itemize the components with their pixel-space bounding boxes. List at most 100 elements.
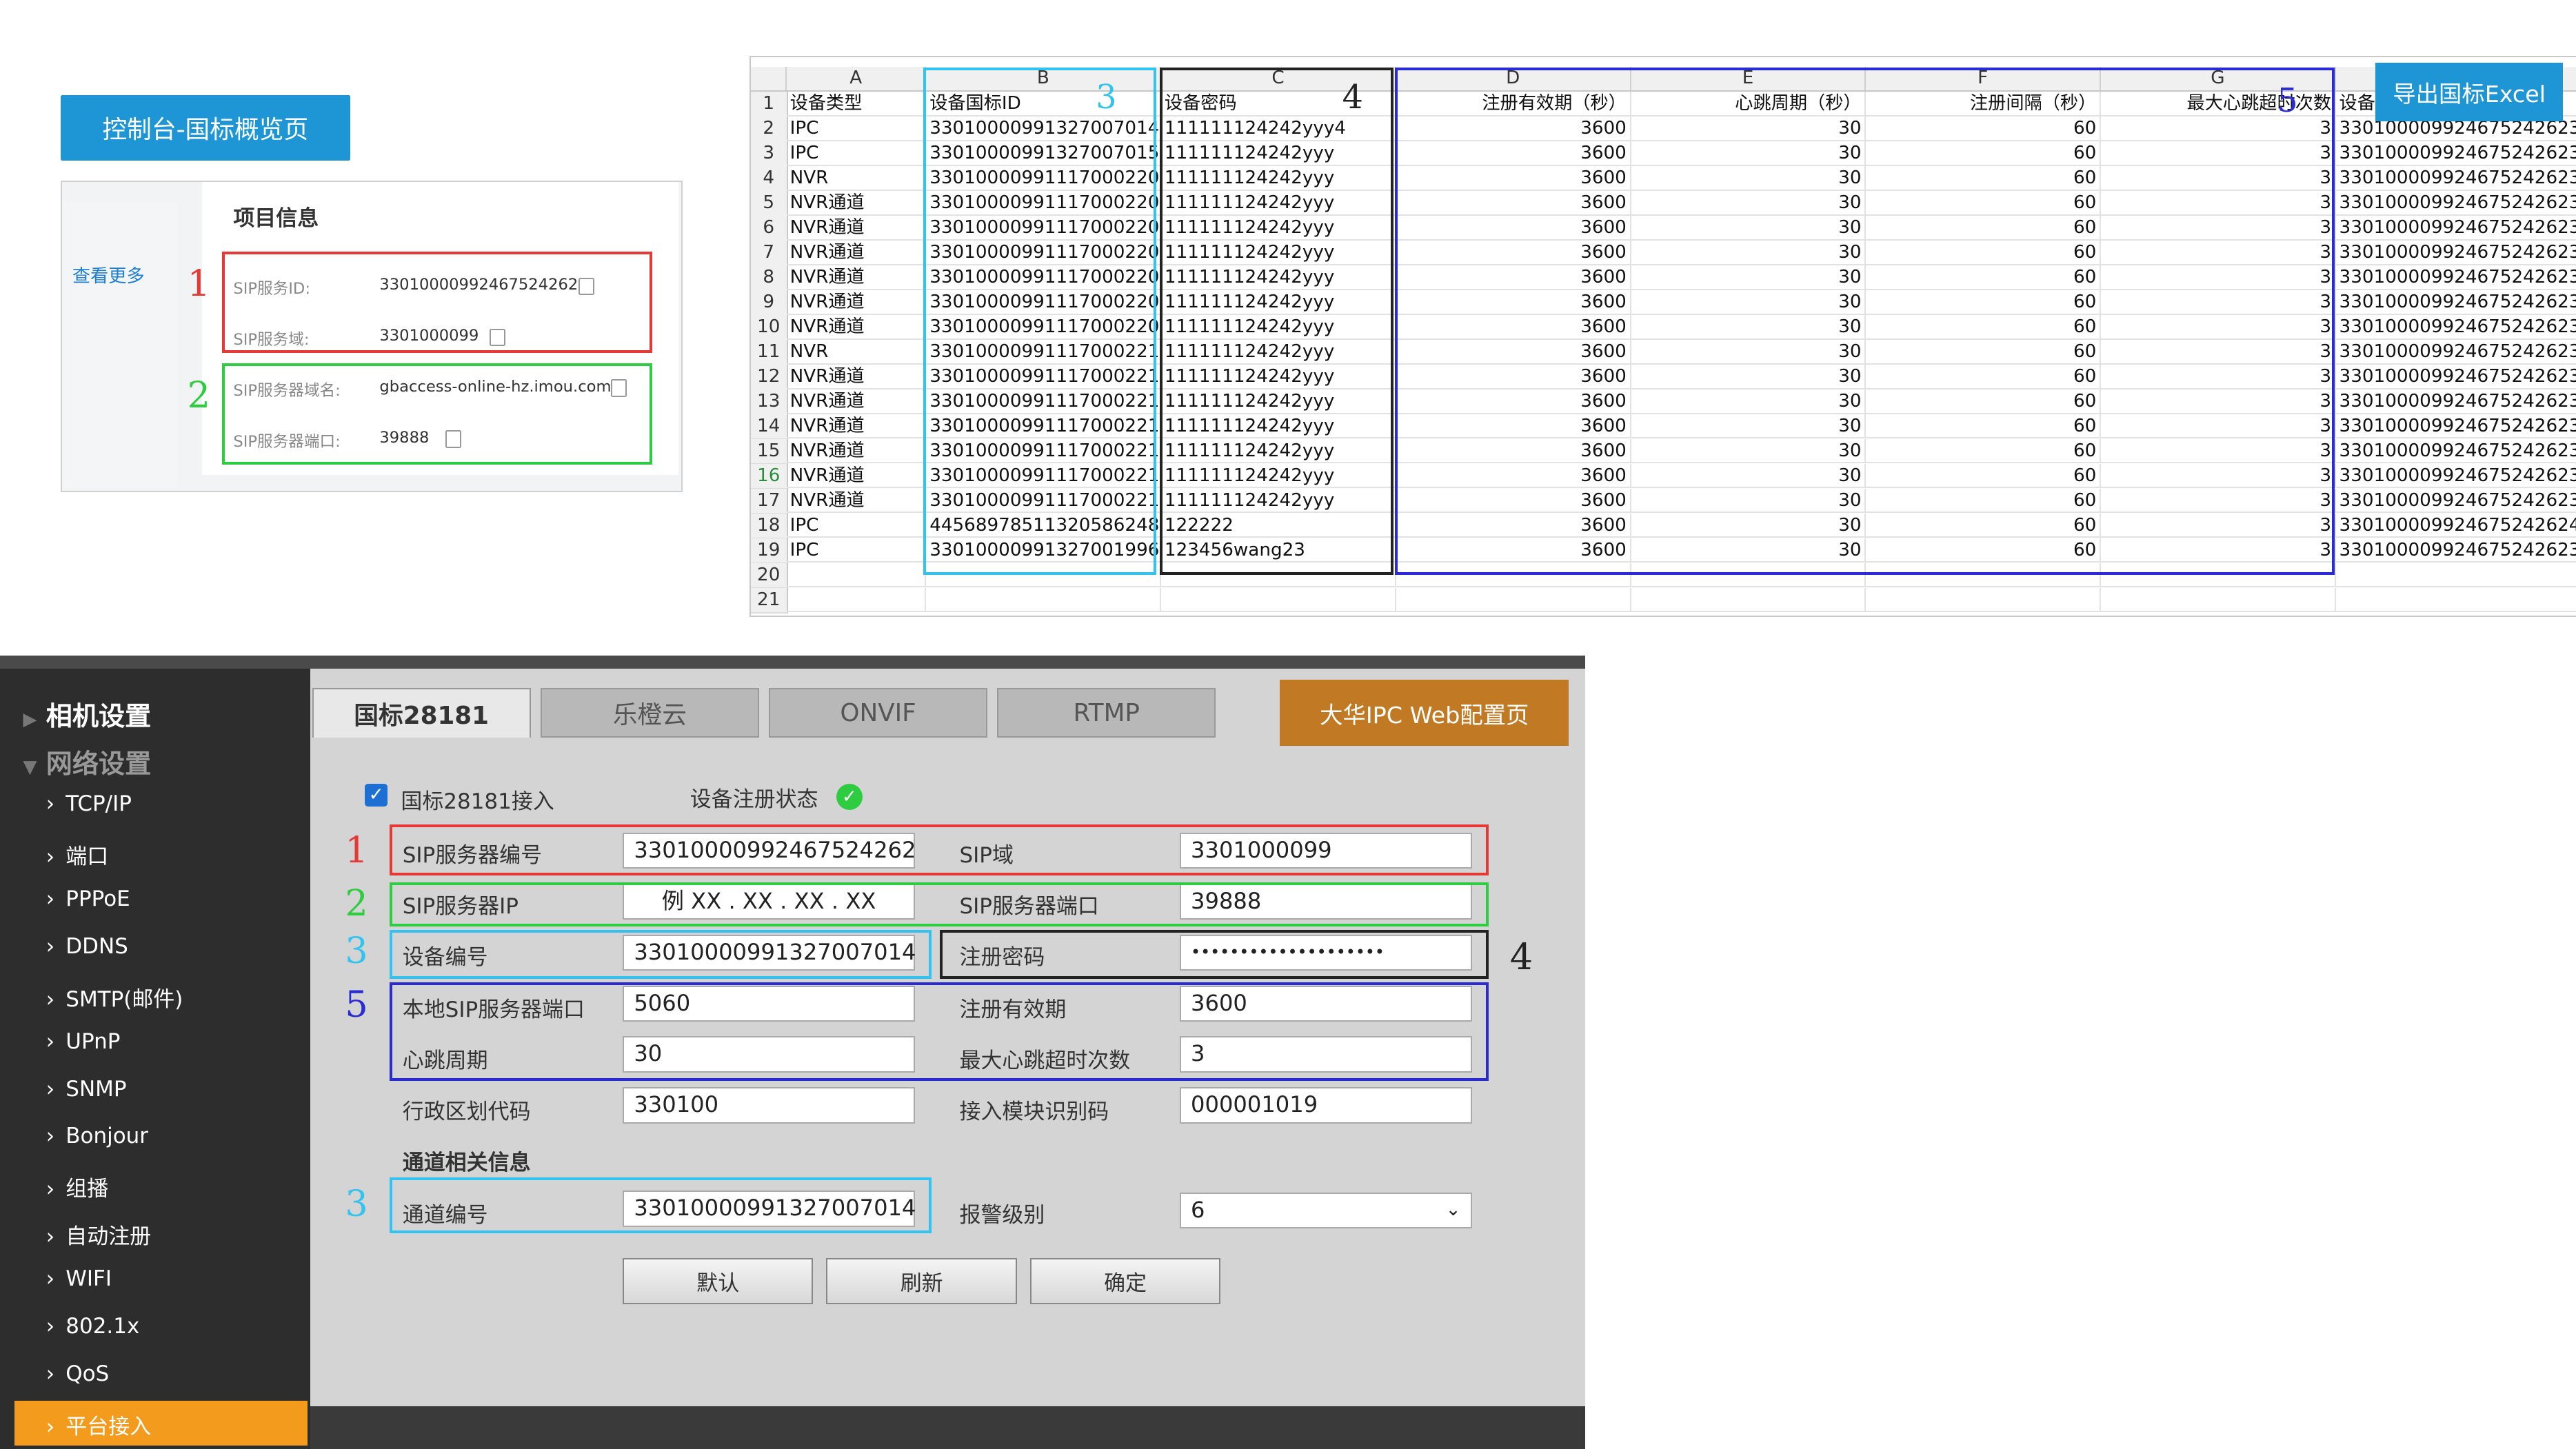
chevron-right-icon: › — [46, 1124, 55, 1149]
tab-lechange[interactable]: 乐橙云 — [540, 688, 759, 738]
row-number[interactable]: 4 — [750, 165, 788, 192]
sidebar-item-6[interactable]: › SNMP — [46, 1077, 127, 1102]
table-cell[interactable]: NVR通道 — [786, 240, 927, 265]
table-cell[interactable] — [2335, 588, 2576, 613]
table-cell[interactable]: NVR通道 — [786, 364, 927, 389]
table-cell[interactable] — [926, 587, 1162, 613]
sidebar-item-2[interactable]: › PPPoE — [46, 886, 130, 911]
table-cell[interactable]: 33010000992467524262330 — [2335, 315, 2576, 340]
sidebar-item-5[interactable]: › UPnP — [46, 1029, 121, 1054]
row-number[interactable]: 19 — [750, 538, 788, 565]
sidebar-item-13[interactable]: › 平台接入 — [46, 1409, 151, 1440]
tab-gb28181[interactable]: 国标28181 — [312, 688, 531, 738]
table-cell[interactable]: 33010000992467524262330 — [2335, 166, 2576, 191]
region-code-input[interactable]: 330100 — [623, 1087, 916, 1124]
sidebar-camera-settings[interactable]: ▶ 相机设置 — [23, 695, 151, 733]
default-button[interactable]: 默认 — [623, 1258, 814, 1304]
table-cell[interactable]: 33010000992467524262330 — [2335, 290, 2576, 315]
row-number[interactable]: 3 — [750, 141, 788, 168]
row-number[interactable]: 9 — [750, 290, 788, 316]
table-cell[interactable]: 33010000992467524262330 — [2335, 216, 2576, 241]
table-cell[interactable] — [786, 587, 927, 613]
table-cell[interactable]: NVR通道 — [786, 215, 927, 241]
table-cell[interactable]: 33010000992467524262330 — [2335, 265, 2576, 290]
sidebar-item-9[interactable]: › 自动注册 — [46, 1219, 151, 1250]
table-cell[interactable]: IPC — [786, 513, 927, 538]
table-cell[interactable]: 33010000992467524262330 — [2335, 538, 2576, 563]
table-cell[interactable]: 33010000992467524262330 — [2335, 489, 2576, 514]
row-number[interactable]: 7 — [750, 240, 788, 267]
table-cell[interactable]: 33010000992467524262330 — [2335, 365, 2576, 389]
table-cell[interactable] — [2335, 563, 2576, 588]
export-excel-button[interactable]: 导出国标Excel — [2375, 62, 2563, 122]
sidebar-item-3[interactable]: › DDNS — [46, 934, 128, 959]
table-cell[interactable]: 33010000992467524262330 — [2335, 414, 2576, 439]
module-code-input[interactable]: 000001019 — [1179, 1087, 1472, 1124]
sidebar-network-settings[interactable]: ▼ 网络设置 — [23, 742, 151, 780]
table-cell[interactable]: NVR通道 — [786, 488, 927, 514]
table-cell[interactable] — [786, 563, 927, 588]
table-cell[interactable]: NVR通道 — [786, 438, 927, 464]
sidebar-item-8[interactable]: › 组播 — [46, 1171, 109, 1202]
table-cell[interactable]: 33010000992467524262330 — [2335, 141, 2576, 166]
table-cell[interactable]: 33010000992467524262330 — [2335, 191, 2576, 216]
row-number[interactable]: 2 — [750, 116, 788, 143]
table-cell[interactable]: 33010000992467524262445 — [2335, 514, 2576, 538]
table-cell[interactable] — [1866, 587, 2102, 613]
sidebar-item-10[interactable]: › WIFI — [46, 1266, 112, 1291]
row-number[interactable]: 6 — [750, 215, 788, 242]
confirm-button[interactable]: 确定 — [1029, 1258, 1221, 1304]
table-cell[interactable]: 33010000992467524262330 — [2335, 241, 2576, 265]
row-number[interactable]: 11 — [750, 339, 788, 366]
sidebar-item-1[interactable]: › 端口 — [46, 839, 109, 870]
row-number[interactable]: 5 — [750, 190, 788, 217]
table-cell[interactable]: 设备类型 — [786, 92, 927, 116]
table-cell[interactable] — [1396, 587, 1631, 613]
table-cell[interactable]: NVR通道 — [786, 314, 927, 340]
column-header-a[interactable]: A — [787, 67, 927, 90]
row-number[interactable]: 10 — [750, 314, 788, 341]
see-more-link[interactable]: 查看更多 — [72, 261, 145, 287]
table-cell[interactable] — [1161, 587, 1396, 613]
table-cell[interactable]: NVR — [786, 339, 927, 365]
table-cell[interactable]: 33010000992467524262330 — [2335, 389, 2576, 414]
tab-rtmp[interactable]: RTMP — [997, 688, 1216, 738]
row-number[interactable]: 15 — [750, 438, 788, 465]
table-cell[interactable]: NVR通道 — [786, 290, 927, 315]
sidebar-item-12[interactable]: › QoS — [46, 1361, 110, 1386]
row-number[interactable]: 14 — [750, 414, 788, 440]
sidebar-item-11[interactable]: › 802.1x — [46, 1314, 140, 1339]
table-cell[interactable]: 33010000992467524262330 — [2335, 439, 2576, 464]
corner-cell[interactable] — [751, 67, 787, 90]
row-number[interactable]: 20 — [750, 563, 788, 589]
table-cell[interactable] — [2101, 587, 2336, 613]
table-cell[interactable]: IPC — [786, 116, 927, 141]
tab-onvif[interactable]: ONVIF — [769, 688, 987, 738]
table-cell[interactable]: NVR通道 — [786, 265, 927, 290]
console-overview-button[interactable]: 控制台-国标概览页 — [61, 95, 350, 161]
table-cell[interactable]: IPC — [786, 538, 927, 563]
alarm-level-select[interactable]: 6 ⌄ — [1179, 1192, 1472, 1229]
row-number[interactable]: 13 — [750, 389, 788, 416]
table-cell[interactable]: NVR通道 — [786, 389, 927, 414]
table-cell[interactable]: NVR通道 — [786, 414, 927, 439]
row-number[interactable]: 16 — [750, 463, 788, 490]
row-number[interactable]: 18 — [750, 513, 788, 540]
row-number[interactable]: 17 — [750, 488, 788, 515]
sidebar-item-4[interactable]: › SMTP(邮件) — [46, 982, 183, 1013]
table-cell[interactable]: NVR — [786, 165, 927, 191]
table-cell[interactable]: IPC — [786, 141, 927, 166]
table-cell[interactable]: 33010000992467524262330 — [2335, 340, 2576, 365]
sidebar-item-0[interactable]: › TCP/IP — [46, 791, 132, 816]
row-number[interactable]: 21 — [750, 587, 788, 614]
table-cell[interactable]: NVR通道 — [786, 463, 927, 489]
table-cell[interactable]: NVR通道 — [786, 190, 927, 216]
sidebar-item-7[interactable]: › Bonjour — [46, 1124, 148, 1148]
row-number[interactable]: 1 — [750, 92, 788, 118]
table-cell[interactable] — [1631, 587, 1866, 613]
row-number[interactable]: 8 — [750, 265, 788, 292]
gb28181-enable-checkbox[interactable]: ✓ — [364, 783, 388, 807]
row-number[interactable]: 12 — [750, 364, 788, 391]
refresh-button[interactable]: 刷新 — [826, 1258, 1017, 1304]
table-cell[interactable]: 33010000992467524262330 — [2335, 464, 2576, 489]
